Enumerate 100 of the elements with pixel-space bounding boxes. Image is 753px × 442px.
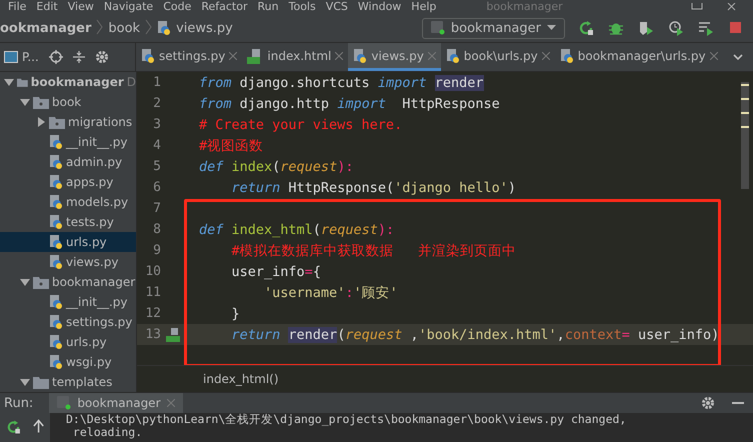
django-icon <box>57 396 72 410</box>
project-view-dropdown[interactable]: P... <box>22 50 39 64</box>
tree-row[interactable]: apps.py <box>0 172 136 192</box>
tree-item-label: templates <box>52 375 112 389</box>
python-file-icon <box>446 48 460 64</box>
python-file-icon <box>49 134 63 150</box>
python-file-icon <box>141 48 155 64</box>
editor-tab[interactable]: views.py <box>348 43 441 71</box>
rerun-icon[interactable] <box>578 20 594 36</box>
tree-row[interactable]: urls.py <box>0 332 136 352</box>
line-number: 9 <box>152 243 161 258</box>
tree-item-label: book <box>52 95 82 109</box>
tree-item-label: models.py <box>66 195 128 209</box>
code-line: #模拟在数据库中获取数据 并渲染到页面中 <box>230 242 516 260</box>
run-configuration-dropdown[interactable]: bookmanager <box>422 18 565 38</box>
expanded-arrow-icon[interactable] <box>20 377 30 387</box>
tree-row[interactable]: book <box>0 92 136 112</box>
python-file-icon <box>49 234 63 250</box>
tree-item-label: __init__.py <box>66 295 128 309</box>
run-tab[interactable]: bookmanager <box>49 393 182 413</box>
tree-row[interactable]: migrations <box>0 112 136 132</box>
tree-row[interactable]: tests.py <box>0 212 136 232</box>
tree-row[interactable]: __init__.py <box>0 132 136 152</box>
python-file-icon <box>49 334 63 350</box>
panel-icon[interactable] <box>4 51 18 63</box>
tree-row[interactable]: settings.py <box>0 312 136 332</box>
tree-item-label: tests.py <box>66 215 114 229</box>
menu-item[interactable]: View <box>68 0 94 14</box>
rerun-icon[interactable] <box>6 419 21 435</box>
breadcrumb-item[interactable]: views.py <box>176 20 233 36</box>
code-line: def index(request): <box>199 158 354 174</box>
tree-row[interactable]: templates <box>0 372 136 392</box>
tree-item-label: apps.py <box>66 175 114 189</box>
folder-icon <box>33 96 49 108</box>
editor-tab[interactable]: settings.py <box>136 43 242 71</box>
menu-item[interactable]: Tools <box>288 0 316 14</box>
collapsed-arrow-icon[interactable] <box>36 117 46 127</box>
close-icon[interactable] <box>710 52 718 60</box>
stop-icon[interactable] <box>728 20 744 36</box>
chevron-icon <box>145 18 152 34</box>
python-file-icon <box>49 214 63 230</box>
menu-item[interactable]: Navigate <box>104 0 154 14</box>
tree-row[interactable]: admin.py <box>0 152 136 172</box>
profile-icon[interactable] <box>668 20 684 36</box>
python-file-icon <box>49 194 63 210</box>
menu-item[interactable]: Help <box>411 0 436 14</box>
tree-row[interactable]: bookmanager <box>0 272 136 292</box>
coverage-icon[interactable] <box>638 20 654 36</box>
html-link-icon[interactable] <box>165 328 181 342</box>
tree-row[interactable]: models.py <box>0 192 136 212</box>
tree-item-label: settings.py <box>66 315 132 329</box>
line-number: 12 <box>144 306 161 321</box>
tree-item-label: urls.py <box>66 335 107 349</box>
menu-item[interactable]: VCS <box>326 0 348 14</box>
breadcrumb-item[interactable]: ookmanager <box>0 20 92 36</box>
menu-item[interactable]: Run <box>258 0 279 14</box>
code-breadcrumb[interactable]: index_html() <box>203 372 279 386</box>
settings-icon[interactable] <box>701 396 715 410</box>
locate-icon[interactable] <box>48 50 63 64</box>
collapse-all-icon[interactable] <box>72 51 85 63</box>
python-file-icon <box>49 254 63 270</box>
settings-icon[interactable] <box>94 50 109 64</box>
code-line: } <box>230 306 240 322</box>
close-icon[interactable] <box>229 52 238 60</box>
menu-item[interactable]: Refactor <box>201 0 248 14</box>
tree-item-label: migrations <box>68 115 132 129</box>
expanded-arrow-icon[interactable] <box>4 77 14 87</box>
close-icon[interactable] <box>335 52 344 60</box>
menu-item[interactable]: Edit <box>36 0 58 14</box>
line-number: 13 <box>144 327 161 342</box>
code-line: def index_html(request): <box>199 222 394 238</box>
expanded-arrow-icon[interactable] <box>20 97 30 107</box>
path-hint: D <box>126 75 136 89</box>
code-line: return render(request ,'book/index.html',context= user_info) <box>230 326 720 342</box>
expanded-arrow-icon[interactable] <box>20 277 30 287</box>
console-output: D:\Desktop\pythonLearn\全栈开发\django_projects\bookmanager\book\views.py changed, <box>66 413 626 426</box>
maximize-icon[interactable] <box>691 3 703 11</box>
menu-item[interactable]: Window <box>358 0 402 14</box>
tree-item-label: urls.py <box>66 235 107 249</box>
python-file-icon <box>560 48 574 64</box>
menu-item[interactable]: File <box>8 0 26 14</box>
tree-row[interactable]: __init__.py <box>0 292 136 312</box>
editor-tab[interactable]: index.html <box>242 43 348 71</box>
tree-row[interactable]: bookmanager D <box>0 72 136 92</box>
chevron-down-icon[interactable] <box>733 54 743 60</box>
run-concurrency-icon[interactable] <box>698 20 714 36</box>
editor-tab[interactable]: bookmanager\urls.py <box>554 43 723 71</box>
up-arrow-icon[interactable] <box>32 419 44 433</box>
menu-item[interactable]: Code <box>163 0 192 14</box>
code-line: user_info={ <box>230 264 321 280</box>
close-icon[interactable] <box>542 52 550 60</box>
tree-item-label: __init__.py <box>66 135 128 149</box>
python-file-icon <box>49 154 63 170</box>
tree-row[interactable]: urls.py <box>0 232 136 252</box>
line-number: 10 <box>144 264 161 279</box>
breadcrumb-item[interactable]: book <box>108 20 140 36</box>
chevron-icon <box>96 18 104 34</box>
tree-row[interactable]: views.py <box>0 252 136 272</box>
tree-row[interactable]: wsgi.py <box>0 352 136 372</box>
editor-tab[interactable]: book\urls.py <box>440 43 555 71</box>
